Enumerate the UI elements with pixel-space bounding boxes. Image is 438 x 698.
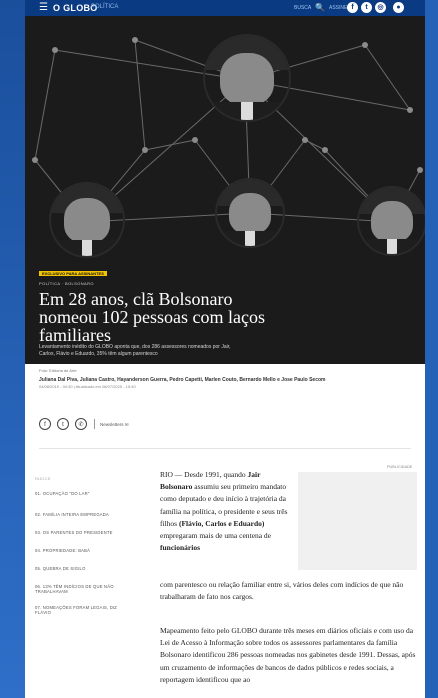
twitter-share-icon[interactable]: t — [57, 418, 69, 430]
article-paragraph-2: Mapeamento feito pelo GLOBO durante três… — [160, 626, 416, 684]
portrait-eduardo-bolsonaro — [359, 188, 425, 254]
portrait-jair-bolsonaro — [205, 36, 289, 120]
newsletter-link[interactable]: Newsletters ✉ — [100, 422, 129, 428]
instagram-icon[interactable]: ◎ — [375, 2, 386, 13]
exclusive-tag: EXCLUSIVO PARA ASSINANTES — [39, 271, 107, 276]
ad-label: PUBLICIDADE — [387, 465, 413, 469]
hero-image: ☰ O GLOBO POLÍTICA BUSCA 🔍 ASSINE f t ◎ … — [25, 0, 425, 364]
portrait-carlos-bolsonaro — [51, 184, 123, 256]
section-name[interactable]: POLÍTICA — [91, 4, 118, 10]
search-label[interactable]: BUSCA — [294, 5, 311, 11]
article-headline: Em 28 anos, clã Bolsonaro nomeou 102 pes… — [39, 289, 265, 345]
article-page: ☰ O GLOBO POLÍTICA BUSCA 🔍 ASSINE f t ◎ … — [25, 0, 425, 698]
publication-dates: 04/08/2019 - 04:30 | Atualizado em 08/07… — [39, 384, 136, 389]
photo-credit: Foto: Editoria de Arte — [39, 368, 77, 373]
toc-item[interactable]: 05. QUEBRA DE SIGILO — [35, 566, 130, 571]
whatsapp-share-icon[interactable]: ✆ — [75, 418, 87, 430]
article-subtitle: Levantamento inédito do GLOBO aponta que… — [39, 344, 231, 357]
top-navigation-bar: ☰ O GLOBO POLÍTICA BUSCA 🔍 ASSINE f t ◎ … — [25, 0, 425, 16]
toc-item[interactable]: 04. PROPRIEDADE: BABÁ — [35, 548, 130, 553]
toc-item[interactable]: 06. 13% TÊM INDÍCIOS DE QUE NÃO TRABALHA… — [35, 584, 130, 594]
authors-line: Juliana Dal Piva, Juliana Castro, Hayand… — [39, 377, 419, 383]
authors-names: Juliana Dal Piva, Juliana Castro, Hayand… — [39, 377, 326, 383]
facebook-share-icon[interactable]: f — [39, 418, 51, 430]
share-divider — [94, 419, 95, 429]
ad-slot — [298, 472, 417, 570]
subscribe-link[interactable]: ASSINE — [329, 5, 347, 11]
toc-title: ÍNDICE — [35, 476, 51, 481]
section-divider — [39, 448, 411, 449]
search-icon[interactable]: 🔍 — [315, 3, 325, 12]
breadcrumb[interactable]: POLÍTICA · BOLSONARO — [39, 281, 94, 286]
article-paragraph-1: RIO — Desde 1991, quando Jair Bolsonaro … — [160, 470, 288, 553]
twitter-icon[interactable]: t — [361, 2, 372, 13]
page-background-left — [0, 0, 25, 698]
toc-item[interactable]: 01. OCUPAÇÃO "DO LAR" — [35, 491, 130, 496]
newsletter-label: Newsletters — [100, 422, 124, 427]
toc-item[interactable]: 07. NOMEAÇÕES FORAM LEGAIS, DIZ FLÁVIO — [35, 605, 130, 615]
toc-item[interactable]: 03. OS PARENTES DO PRESIDENTE — [35, 530, 130, 535]
article-paragraph-1-continued: com parentesco ou relação familiar entre… — [160, 580, 404, 602]
menu-icon[interactable]: ☰ — [39, 3, 48, 13]
mail-icon: ✉ — [124, 422, 129, 427]
portrait-flavio-bolsonaro — [217, 180, 283, 246]
user-icon[interactable]: ● — [393, 2, 404, 13]
toc-item[interactable]: 02. FAMÍLIA INTEIRA EMPREGADA — [35, 512, 130, 517]
page-background-right — [425, 0, 438, 698]
facebook-icon[interactable]: f — [347, 2, 358, 13]
